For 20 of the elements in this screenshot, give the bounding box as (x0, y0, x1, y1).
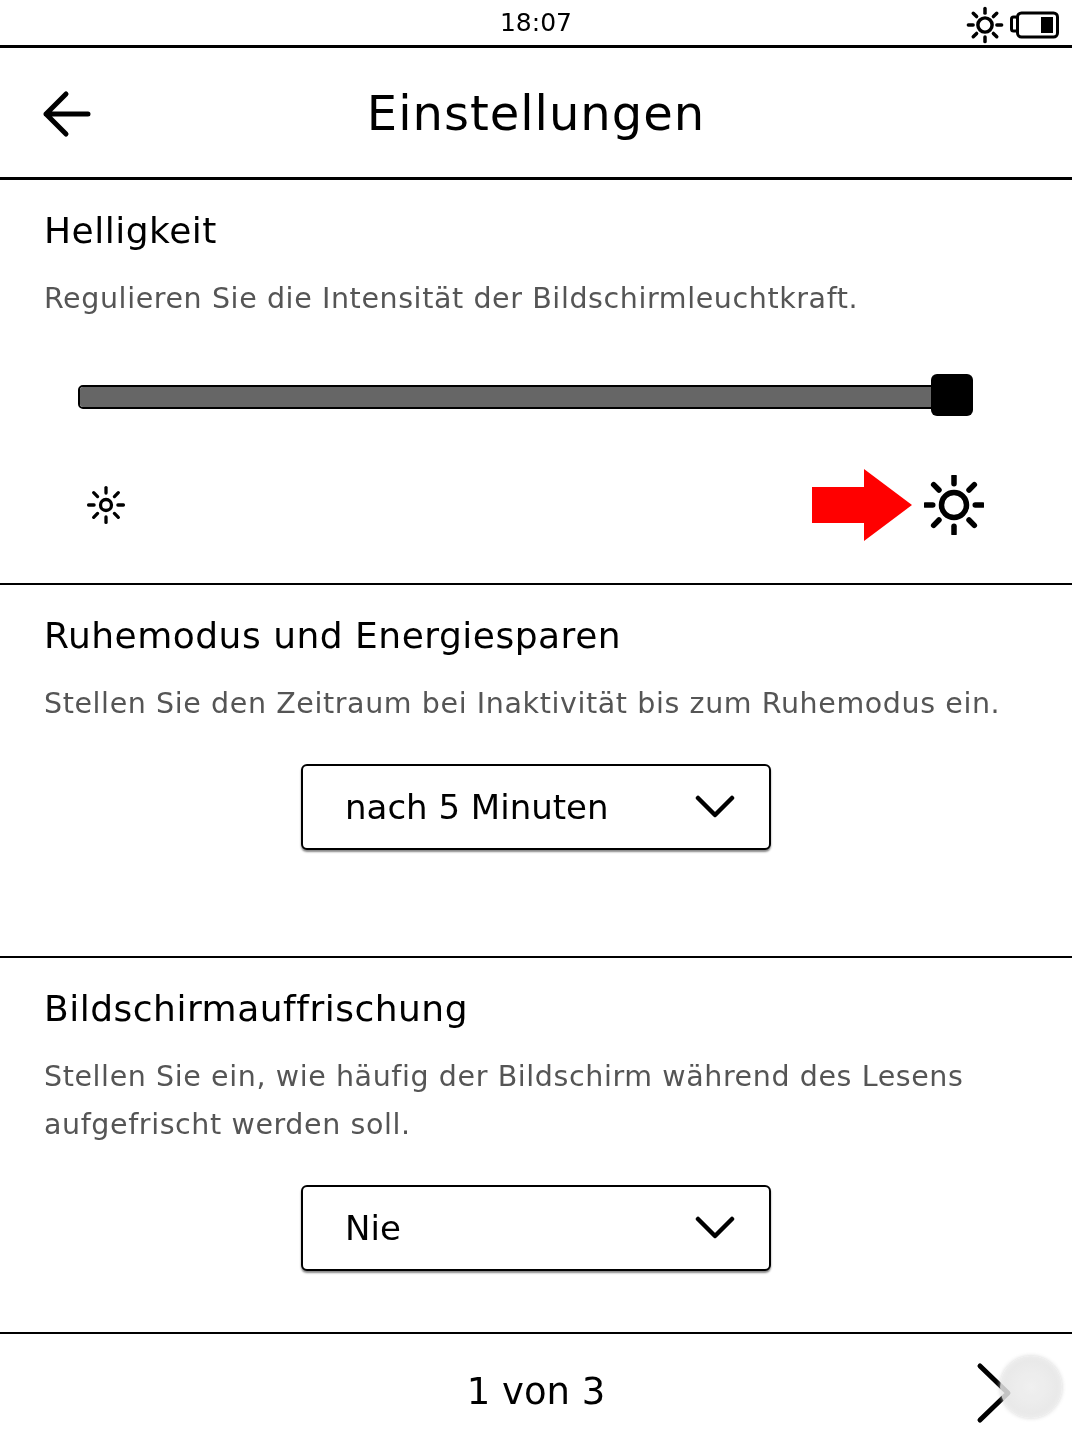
section-description: Regulieren Sie die Intensität der Bildschirmleuchtkraft. (44, 281, 860, 317)
chevron-down-icon (695, 795, 735, 819)
chevron-down-icon (695, 1216, 735, 1240)
section-title: Ruhemodus und Energiesparen (44, 615, 623, 656)
section-title: Helligkeit (44, 210, 218, 251)
brightness-icon (966, 6, 1004, 44)
dropdown[interactable]: Nie (301, 1185, 771, 1271)
page-indicator: 1 von 3 (466, 1369, 606, 1413)
arrow-icon (812, 469, 912, 541)
section-title: Bildschirmauffrischung (44, 988, 470, 1029)
status-time: 18:07 (499, 8, 572, 37)
section-description: Stellen Sie ein, wie häufig der Bildschirm während des Lesens aufgefrischt werden soll. (44, 1059, 965, 1143)
dim-sun-icon (84, 483, 128, 527)
battery-icon (1010, 11, 1060, 39)
bright-sun-icon (924, 475, 984, 535)
page-title: Einstellungen (366, 84, 706, 141)
brightness-slider[interactable] (78, 375, 975, 419)
touch-indicator (1000, 1356, 1062, 1418)
dropdown[interactable]: nach 5 Minuten (301, 764, 771, 850)
section-description: Stellen Sie den Zeitraum bei Inaktivität bis zum Ruhemodus ein. (44, 686, 1002, 722)
